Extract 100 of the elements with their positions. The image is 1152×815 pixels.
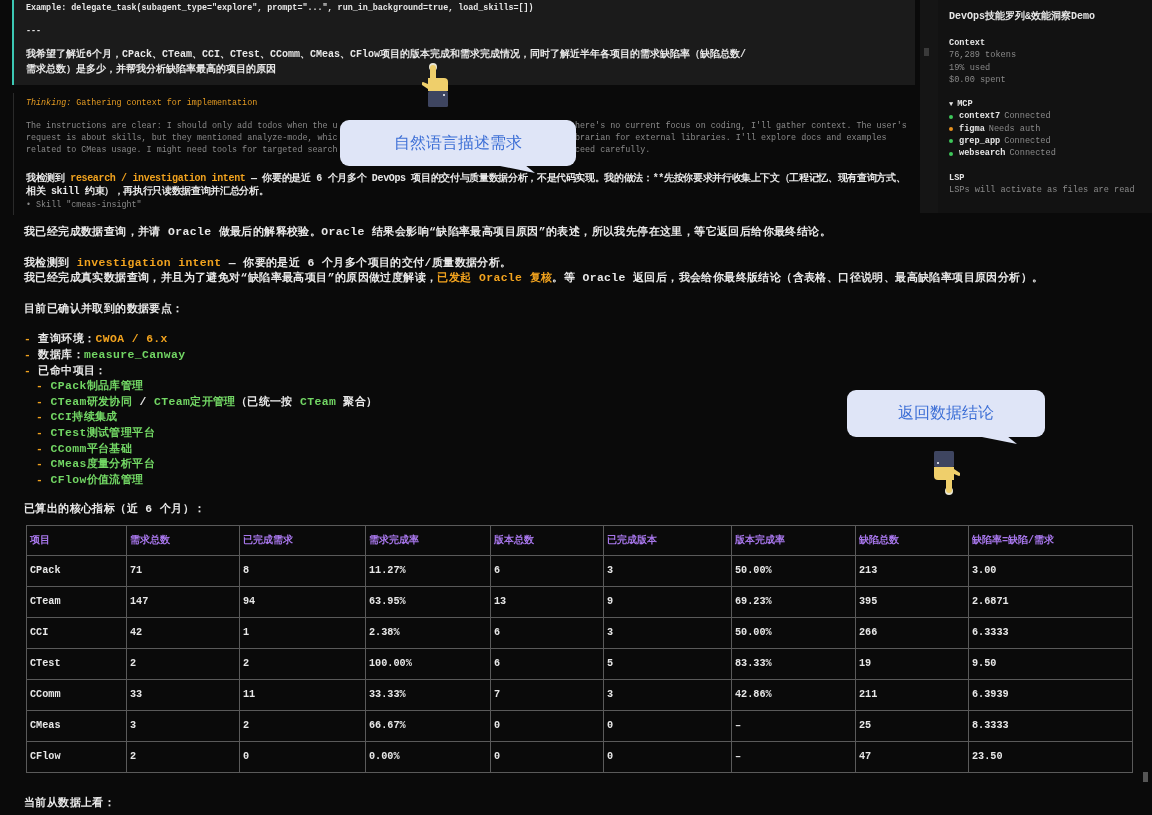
thinking-text: brarian for external libraries. I'll explore docs and examples (575, 132, 888, 144)
table-cell: 2 (126, 648, 240, 680)
table-cell: CMeas (26, 710, 127, 742)
column-header: 版本总数 (490, 525, 604, 556)
table-cell: 0 (490, 741, 604, 773)
table-cell: 2.38% (365, 617, 491, 649)
server-status: Connected (1004, 135, 1051, 148)
list-item: - CCI持续集成 (35, 410, 118, 426)
table-cell: 6 (490, 648, 604, 680)
table-cell: 100.00% (365, 648, 491, 680)
table-cell: CCI (26, 617, 127, 649)
table-cell: 19 (855, 648, 969, 680)
table-cell: 66.67% (365, 710, 491, 742)
column-header: 缺陷总数 (855, 525, 969, 556)
table-cell: 0 (603, 741, 732, 773)
server-name: context7 (959, 110, 1001, 123)
table-cell: 63.95% (365, 586, 491, 618)
session-title: DevOps技能罗列&效能洞察Demo (949, 9, 1096, 24)
table-cell: 33 (126, 679, 240, 711)
table-cell: 11 (239, 679, 366, 711)
table-cell: 395 (855, 586, 969, 618)
table-cell: – (731, 741, 856, 773)
server-status: Connected (1009, 147, 1056, 160)
context-stat: 19% used (949, 61, 992, 74)
table-cell: 2 (126, 741, 240, 773)
table-cell: 5 (603, 648, 732, 680)
table-cell: 266 (855, 617, 969, 649)
column-header: 已完成需求 (239, 525, 366, 556)
table-cell: CComm (26, 679, 127, 711)
message-line: 我已经完成数据查询，并请 Oracle 做最后的解释校验。Oracle 结果会影响“缺陷率最高项目原因”的表述，所以我先停在这里，等它返回后给你最终结论。 (24, 225, 831, 240)
table-cell: 42.86% (731, 679, 856, 711)
scroll-thumb[interactable] (924, 48, 929, 56)
message-line: 我检测到 research / investigation intent — 你要的是近 6 个月多个 DevOps 项目的交付与质量数据分析，不是代码实现。我的做法：**先按你要求并行收集上下文（工程记忆、现有查询方式、 (26, 173, 907, 185)
table-cell: 50.00% (731, 555, 856, 587)
table-cell: 8 (239, 555, 366, 587)
table-cell: 6 (490, 555, 604, 587)
table-cell: 3 (603, 679, 732, 711)
column-header: 需求总数 (126, 525, 240, 556)
list-item: - CTeam研发协同 / CTeam定开管理（已统一按 CTeam 聚合） (35, 394, 378, 410)
message-line: 需求总数）是多少，并帮我分析缺陷率最高的项目的原因 (26, 62, 277, 77)
table-cell: 50.00% (731, 617, 856, 649)
thinking-text: related to CMeas usage. I might need tools for targeted search (26, 144, 339, 156)
table-cell: 9 (603, 586, 732, 618)
section-heading: MCP (957, 98, 973, 111)
thinking-text: The instructions are clear: I should only add todos when the u (26, 120, 339, 132)
table-cell: 47 (855, 741, 969, 773)
table-cell: 2 (239, 648, 366, 680)
table-cell: 211 (855, 679, 969, 711)
table-cell: 94 (239, 586, 366, 618)
table-cell: 23.50 (968, 741, 1133, 773)
scroll-thumb[interactable] (1143, 772, 1148, 782)
list-item: - CFlow价值流管理 (35, 472, 144, 488)
table-cell: CFlow (26, 741, 127, 773)
thinking-text: request is about skills, but they mentioned analyze-mode, whic (26, 132, 339, 144)
table-cell: 2 (239, 710, 366, 742)
table-cell: – (731, 710, 856, 742)
message-line: 当前从数据上看： (24, 795, 116, 811)
table-cell: 83.33% (731, 648, 856, 680)
message-line: 我检测到 investigation intent — 你要的是近 6 个月多个项目的交付/质量数据分析。 (24, 255, 512, 271)
list-item: - 数据库：measure_Canway (24, 347, 186, 363)
column-header: 缺陷率=缺陷/需求 (968, 525, 1133, 556)
table-cell: 6 (490, 617, 604, 649)
table-cell: CTeam (26, 586, 127, 618)
table-cell: 0.00% (365, 741, 491, 773)
message-line: 我希望了解近6个月，CPack、CTeam、CCI、CTest、CComm、CMeas、CFlow项目的版本完成和需求完成情况，同时了解近半年各项目的需求缺陷率（缺陷总数/ (26, 47, 748, 62)
table-cell: 0 (603, 710, 732, 742)
table-cell: 0 (239, 741, 366, 773)
table-cell: 7 (490, 679, 604, 711)
table-cell: 69.23% (731, 586, 856, 618)
server-status: Needs auth (988, 122, 1041, 136)
thinking-text: here's no current focus on coding, I'll gather context. The user's (575, 120, 908, 132)
message-line: 相关 skill 约束），再执行只读数据查询并汇总分析。 (26, 185, 270, 198)
table-cell: 11.27% (365, 555, 491, 587)
message-line: 我已经完成真实数据查询，并且为了避免对“缺陷率最高项目”的原因做过度解读，已发起 Oracle 复核。等 Oracle 返回后，我会给你最终版结论（含表格、口径说明、最高缺陷率项目原因分析）。 (24, 271, 1044, 287)
section-heading: Context (949, 37, 987, 50)
table-cell: 71 (126, 555, 240, 587)
table-cell: 13 (490, 586, 604, 618)
table-cell: 0 (490, 710, 604, 742)
server-name: websearch (959, 147, 1006, 160)
lsp-note: LSPs will activate as files are read (949, 183, 1136, 197)
server-name: grep_app (959, 135, 1001, 148)
table-cell: 6.3333 (968, 617, 1133, 649)
thinking-text: ceed carefully. (575, 144, 652, 156)
table-cell: 3 (603, 617, 732, 649)
context-stat: 76,289 tokens (949, 49, 1018, 62)
table-cell: CTest (26, 648, 127, 680)
table-cell: 2.6871 (968, 586, 1133, 618)
table-cell: 25 (855, 710, 969, 742)
column-header: 需求完成率 (365, 525, 491, 556)
list-item: - 已命中项目： (24, 363, 107, 379)
table-cell: 33.33% (365, 679, 491, 711)
list-item: - CTest测试管理平台 (35, 425, 156, 441)
list-item: - CComm平台基础 (35, 441, 133, 457)
table-cell: 1 (239, 617, 366, 649)
context-stat: $0.00 spent (949, 73, 1007, 87)
column-header: 项目 (26, 525, 127, 556)
server-name: figma (959, 122, 985, 136)
table-cell: 213 (855, 555, 969, 587)
section-heading: LSP (949, 171, 966, 184)
table-cell: 3.00 (968, 555, 1133, 587)
